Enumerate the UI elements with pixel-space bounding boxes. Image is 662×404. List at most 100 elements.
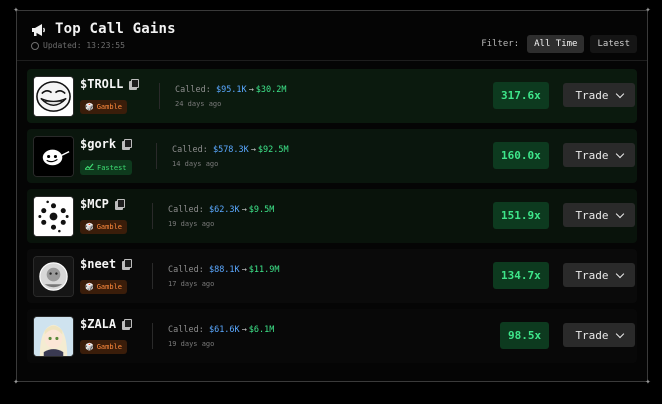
gamble-badge: 🎲 Gamble xyxy=(80,340,128,354)
called-to-value: $11.9M xyxy=(248,265,280,275)
troll-face-avatar xyxy=(33,76,74,117)
copy-icon[interactable] xyxy=(122,259,133,270)
call-row: $gork Fastest Called: $578.3K → $92.5M 14 … xyxy=(27,129,637,183)
called-to-value: $6.1M xyxy=(248,325,275,335)
chevron-down-icon xyxy=(615,89,624,98)
filter-group: Filter: All Time Latest xyxy=(481,35,637,53)
call-row: $neet 🎲 Gamble Called: $88.1K → $11.9M 17 d… xyxy=(27,249,637,303)
called-ago: 24 days ago xyxy=(175,100,222,108)
token-ticker: $neet xyxy=(80,257,117,271)
called-ago: 19 days ago xyxy=(168,220,215,228)
row-separator xyxy=(159,83,160,109)
called-label: Called: xyxy=(168,325,204,335)
corner-ornament-icon: ✦ xyxy=(13,5,19,15)
gain-multiplier: 317.6x xyxy=(493,82,549,109)
arrow-icon: → xyxy=(250,145,256,155)
row-separator xyxy=(152,263,153,289)
gamble-badge: 🎲 Gamble xyxy=(80,100,128,114)
chevron-down-icon xyxy=(615,329,624,338)
trade-label: Trade xyxy=(575,208,609,222)
clock-icon xyxy=(31,41,39,50)
called-ago: 17 days ago xyxy=(168,280,215,288)
arrow-icon: → xyxy=(241,325,247,335)
called-info: Called: $95.1K → $30.2M xyxy=(175,85,287,95)
badge-label: Fastest xyxy=(97,163,127,172)
call-row: $ZALA 🎲 Gamble Called: $61.6K → $6.1M 19 da… xyxy=(27,309,637,363)
header-divider xyxy=(17,60,647,61)
arrow-icon: → xyxy=(241,265,247,275)
arrow-icon: → xyxy=(248,85,254,95)
badge-label: Gamble xyxy=(96,103,123,111)
badge-label: Gamble xyxy=(96,283,123,291)
called-info: Called: $578.3K → $92.5M xyxy=(172,145,289,155)
token-ticker: $ZALA xyxy=(80,317,117,331)
copy-icon[interactable] xyxy=(114,199,125,210)
chart-up-icon xyxy=(84,163,94,172)
called-from-value: $61.6K xyxy=(208,325,240,335)
badge-label: Gamble xyxy=(96,343,123,351)
call-row: $MCP 🎲 Gamble Called: $62.3K → $9.5M 19 day… xyxy=(27,189,637,243)
gain-multiplier: 160.0x xyxy=(493,142,549,169)
row-separator xyxy=(152,323,153,349)
gamble-icon: 🎲 xyxy=(85,103,94,111)
called-ago: 19 days ago xyxy=(168,340,215,348)
corner-ornament-icon: ✦ xyxy=(13,377,19,387)
called-info: Called: $88.1K → $11.9M xyxy=(168,265,280,275)
chevron-down-icon xyxy=(615,209,624,218)
zala-avatar xyxy=(33,316,74,357)
chevron-down-icon xyxy=(615,149,624,158)
called-from-value: $88.1K xyxy=(208,265,240,275)
called-info: Called: $61.6K → $6.1M xyxy=(168,325,274,335)
page-title: Top Call Gains xyxy=(55,21,176,37)
trade-label: Trade xyxy=(575,268,609,282)
token-ticker: $TROLL xyxy=(80,77,124,91)
called-from-value: $62.3K xyxy=(208,205,240,215)
filter-label: Filter: xyxy=(481,39,520,49)
row-separator xyxy=(156,143,157,169)
trade-button[interactable]: Trade xyxy=(563,263,635,287)
called-label: Called: xyxy=(175,85,211,95)
gain-multiplier: 134.7x xyxy=(493,262,549,289)
token-ticker: $gork xyxy=(80,137,117,151)
gain-multiplier: 98.5x xyxy=(500,322,550,349)
called-from-value: $95.1K xyxy=(215,85,247,95)
called-info: Called: $62.3K → $9.5M xyxy=(168,205,274,215)
top-call-gains-panel: ✦ ✦ ✦ ✦ Top Call Gains Updated: 13:23:55… xyxy=(13,6,650,387)
called-ago: 14 days ago xyxy=(172,160,219,168)
gamble-badge: 🎲 Gamble xyxy=(80,220,128,234)
trade-button[interactable]: Trade xyxy=(563,143,635,167)
called-to-value: $30.2M xyxy=(255,85,287,95)
call-list: $TROLL 🎲 Gamble Called: $95.1K → $30.2M 24 … xyxy=(27,69,637,369)
called-label: Called: xyxy=(168,205,204,215)
gamble-badge: 🎲 Gamble xyxy=(80,280,128,294)
copy-icon[interactable] xyxy=(122,139,133,150)
trade-button[interactable]: Trade xyxy=(563,203,635,227)
trade-label: Trade xyxy=(575,88,609,102)
called-label: Called: xyxy=(168,265,204,275)
copy-icon[interactable] xyxy=(122,319,133,330)
corner-ornament-icon: ✦ xyxy=(645,377,651,387)
trade-label: Trade xyxy=(575,328,609,342)
called-to-value: $92.5M xyxy=(257,145,289,155)
gork-avatar xyxy=(33,136,74,177)
trade-button[interactable]: Trade xyxy=(563,83,635,107)
panel-header: Top Call Gains Updated: 13:23:55 Filter:… xyxy=(31,21,637,61)
chevron-down-icon xyxy=(615,269,624,278)
called-from-value: $578.3K xyxy=(212,145,249,155)
trade-label: Trade xyxy=(575,148,609,162)
gain-multiplier: 151.9x xyxy=(493,202,549,229)
fastest-badge: Fastest xyxy=(80,160,132,175)
called-label: Called: xyxy=(172,145,208,155)
arrow-icon: → xyxy=(241,205,247,215)
badge-label: Gamble xyxy=(96,223,123,231)
token-ticker: $MCP xyxy=(80,197,109,211)
megaphone-icon xyxy=(31,22,47,36)
call-row: $TROLL 🎲 Gamble Called: $95.1K → $30.2M 24 … xyxy=(27,69,637,123)
filter-latest-button[interactable]: Latest xyxy=(590,35,637,53)
copy-icon[interactable] xyxy=(129,79,140,90)
gamble-icon: 🎲 xyxy=(85,343,94,351)
row-separator xyxy=(152,203,153,229)
trade-button[interactable]: Trade xyxy=(563,323,635,347)
corner-ornament-icon: ✦ xyxy=(645,5,651,15)
filter-all-time-button[interactable]: All Time xyxy=(527,35,585,53)
